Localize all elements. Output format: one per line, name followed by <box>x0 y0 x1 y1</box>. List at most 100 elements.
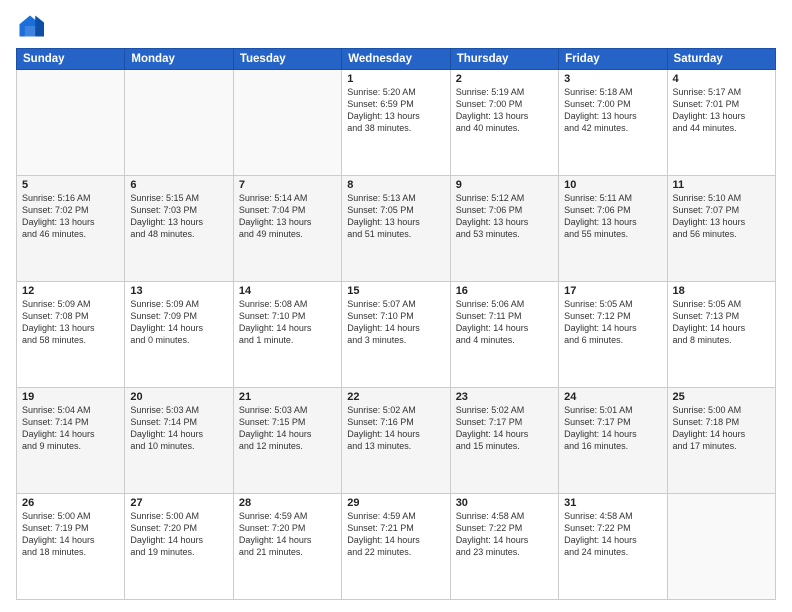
day-number: 8 <box>347 179 444 191</box>
logo-icon <box>16 12 44 40</box>
day-number: 11 <box>673 179 770 191</box>
day-number: 1 <box>347 73 444 85</box>
calendar-cell: 7Sunrise: 5:14 AM Sunset: 7:04 PM Daylig… <box>233 176 341 282</box>
day-info: Sunrise: 5:03 AM Sunset: 7:14 PM Dayligh… <box>130 404 227 453</box>
day-info: Sunrise: 5:18 AM Sunset: 7:00 PM Dayligh… <box>564 86 661 135</box>
day-number: 4 <box>673 73 770 85</box>
calendar-cell: 21Sunrise: 5:03 AM Sunset: 7:15 PM Dayli… <box>233 388 341 494</box>
day-number: 23 <box>456 391 553 403</box>
day-number: 27 <box>130 497 227 509</box>
day-number: 5 <box>22 179 119 191</box>
calendar-cell: 2Sunrise: 5:19 AM Sunset: 7:00 PM Daylig… <box>450 70 558 176</box>
calendar-cell <box>667 494 775 600</box>
calendar-cell: 15Sunrise: 5:07 AM Sunset: 7:10 PM Dayli… <box>342 282 450 388</box>
day-info: Sunrise: 5:00 AM Sunset: 7:19 PM Dayligh… <box>22 510 119 559</box>
day-info: Sunrise: 5:09 AM Sunset: 7:08 PM Dayligh… <box>22 298 119 347</box>
day-info: Sunrise: 5:09 AM Sunset: 7:09 PM Dayligh… <box>130 298 227 347</box>
calendar-cell: 8Sunrise: 5:13 AM Sunset: 7:05 PM Daylig… <box>342 176 450 282</box>
calendar-body: 1Sunrise: 5:20 AM Sunset: 6:59 PM Daylig… <box>17 70 776 600</box>
day-number: 14 <box>239 285 336 297</box>
day-info: Sunrise: 5:20 AM Sunset: 6:59 PM Dayligh… <box>347 86 444 135</box>
calendar-cell: 5Sunrise: 5:16 AM Sunset: 7:02 PM Daylig… <box>17 176 125 282</box>
calendar-cell: 13Sunrise: 5:09 AM Sunset: 7:09 PM Dayli… <box>125 282 233 388</box>
day-number: 7 <box>239 179 336 191</box>
day-number: 3 <box>564 73 661 85</box>
day-number: 30 <box>456 497 553 509</box>
calendar-cell <box>125 70 233 176</box>
calendar-cell: 6Sunrise: 5:15 AM Sunset: 7:03 PM Daylig… <box>125 176 233 282</box>
day-number: 19 <box>22 391 119 403</box>
day-number: 9 <box>456 179 553 191</box>
calendar-week-row: 12Sunrise: 5:09 AM Sunset: 7:08 PM Dayli… <box>17 282 776 388</box>
calendar-week-row: 19Sunrise: 5:04 AM Sunset: 7:14 PM Dayli… <box>17 388 776 494</box>
day-info: Sunrise: 5:14 AM Sunset: 7:04 PM Dayligh… <box>239 192 336 241</box>
dow-header: Thursday <box>450 49 558 70</box>
calendar-cell: 31Sunrise: 4:58 AM Sunset: 7:22 PM Dayli… <box>559 494 667 600</box>
day-info: Sunrise: 5:02 AM Sunset: 7:17 PM Dayligh… <box>456 404 553 453</box>
calendar-week-row: 1Sunrise: 5:20 AM Sunset: 6:59 PM Daylig… <box>17 70 776 176</box>
dow-header: Wednesday <box>342 49 450 70</box>
dow-header: Saturday <box>667 49 775 70</box>
calendar-cell: 1Sunrise: 5:20 AM Sunset: 6:59 PM Daylig… <box>342 70 450 176</box>
calendar-cell <box>17 70 125 176</box>
day-info: Sunrise: 5:01 AM Sunset: 7:17 PM Dayligh… <box>564 404 661 453</box>
day-info: Sunrise: 4:59 AM Sunset: 7:21 PM Dayligh… <box>347 510 444 559</box>
day-number: 24 <box>564 391 661 403</box>
calendar-cell: 25Sunrise: 5:00 AM Sunset: 7:18 PM Dayli… <box>667 388 775 494</box>
header <box>16 12 776 40</box>
dow-header: Tuesday <box>233 49 341 70</box>
day-info: Sunrise: 5:15 AM Sunset: 7:03 PM Dayligh… <box>130 192 227 241</box>
calendar-page: SundayMondayTuesdayWednesdayThursdayFrid… <box>0 0 792 612</box>
calendar-cell: 26Sunrise: 5:00 AM Sunset: 7:19 PM Dayli… <box>17 494 125 600</box>
dow-header: Monday <box>125 49 233 70</box>
calendar-table: SundayMondayTuesdayWednesdayThursdayFrid… <box>16 48 776 600</box>
day-info: Sunrise: 5:00 AM Sunset: 7:18 PM Dayligh… <box>673 404 770 453</box>
day-info: Sunrise: 5:13 AM Sunset: 7:05 PM Dayligh… <box>347 192 444 241</box>
calendar-cell: 4Sunrise: 5:17 AM Sunset: 7:01 PM Daylig… <box>667 70 775 176</box>
day-info: Sunrise: 5:07 AM Sunset: 7:10 PM Dayligh… <box>347 298 444 347</box>
calendar-week-row: 5Sunrise: 5:16 AM Sunset: 7:02 PM Daylig… <box>17 176 776 282</box>
day-number: 21 <box>239 391 336 403</box>
calendar-cell: 10Sunrise: 5:11 AM Sunset: 7:06 PM Dayli… <box>559 176 667 282</box>
day-number: 22 <box>347 391 444 403</box>
day-number: 26 <box>22 497 119 509</box>
day-info: Sunrise: 5:12 AM Sunset: 7:06 PM Dayligh… <box>456 192 553 241</box>
day-info: Sunrise: 5:19 AM Sunset: 7:00 PM Dayligh… <box>456 86 553 135</box>
day-number: 20 <box>130 391 227 403</box>
day-info: Sunrise: 5:16 AM Sunset: 7:02 PM Dayligh… <box>22 192 119 241</box>
days-of-week-row: SundayMondayTuesdayWednesdayThursdayFrid… <box>17 49 776 70</box>
day-info: Sunrise: 5:00 AM Sunset: 7:20 PM Dayligh… <box>130 510 227 559</box>
calendar-cell: 22Sunrise: 5:02 AM Sunset: 7:16 PM Dayli… <box>342 388 450 494</box>
calendar-cell: 17Sunrise: 5:05 AM Sunset: 7:12 PM Dayli… <box>559 282 667 388</box>
calendar-cell: 14Sunrise: 5:08 AM Sunset: 7:10 PM Dayli… <box>233 282 341 388</box>
calendar-cell: 11Sunrise: 5:10 AM Sunset: 7:07 PM Dayli… <box>667 176 775 282</box>
day-info: Sunrise: 5:11 AM Sunset: 7:06 PM Dayligh… <box>564 192 661 241</box>
calendar-cell <box>233 70 341 176</box>
calendar-cell: 18Sunrise: 5:05 AM Sunset: 7:13 PM Dayli… <box>667 282 775 388</box>
day-number: 6 <box>130 179 227 191</box>
day-info: Sunrise: 5:05 AM Sunset: 7:12 PM Dayligh… <box>564 298 661 347</box>
calendar-cell: 30Sunrise: 4:58 AM Sunset: 7:22 PM Dayli… <box>450 494 558 600</box>
logo <box>16 12 48 40</box>
day-number: 28 <box>239 497 336 509</box>
calendar-cell: 19Sunrise: 5:04 AM Sunset: 7:14 PM Dayli… <box>17 388 125 494</box>
day-info: Sunrise: 4:58 AM Sunset: 7:22 PM Dayligh… <box>564 510 661 559</box>
calendar-cell: 9Sunrise: 5:12 AM Sunset: 7:06 PM Daylig… <box>450 176 558 282</box>
day-info: Sunrise: 5:03 AM Sunset: 7:15 PM Dayligh… <box>239 404 336 453</box>
day-info: Sunrise: 4:58 AM Sunset: 7:22 PM Dayligh… <box>456 510 553 559</box>
day-number: 15 <box>347 285 444 297</box>
calendar-cell: 29Sunrise: 4:59 AM Sunset: 7:21 PM Dayli… <box>342 494 450 600</box>
day-info: Sunrise: 5:17 AM Sunset: 7:01 PM Dayligh… <box>673 86 770 135</box>
calendar-cell: 20Sunrise: 5:03 AM Sunset: 7:14 PM Dayli… <box>125 388 233 494</box>
calendar-cell: 12Sunrise: 5:09 AM Sunset: 7:08 PM Dayli… <box>17 282 125 388</box>
day-number: 29 <box>347 497 444 509</box>
calendar-cell: 28Sunrise: 4:59 AM Sunset: 7:20 PM Dayli… <box>233 494 341 600</box>
day-number: 2 <box>456 73 553 85</box>
calendar-cell: 24Sunrise: 5:01 AM Sunset: 7:17 PM Dayli… <box>559 388 667 494</box>
day-number: 25 <box>673 391 770 403</box>
dow-header: Friday <box>559 49 667 70</box>
day-info: Sunrise: 5:04 AM Sunset: 7:14 PM Dayligh… <box>22 404 119 453</box>
day-number: 18 <box>673 285 770 297</box>
calendar-week-row: 26Sunrise: 5:00 AM Sunset: 7:19 PM Dayli… <box>17 494 776 600</box>
day-number: 12 <box>22 285 119 297</box>
